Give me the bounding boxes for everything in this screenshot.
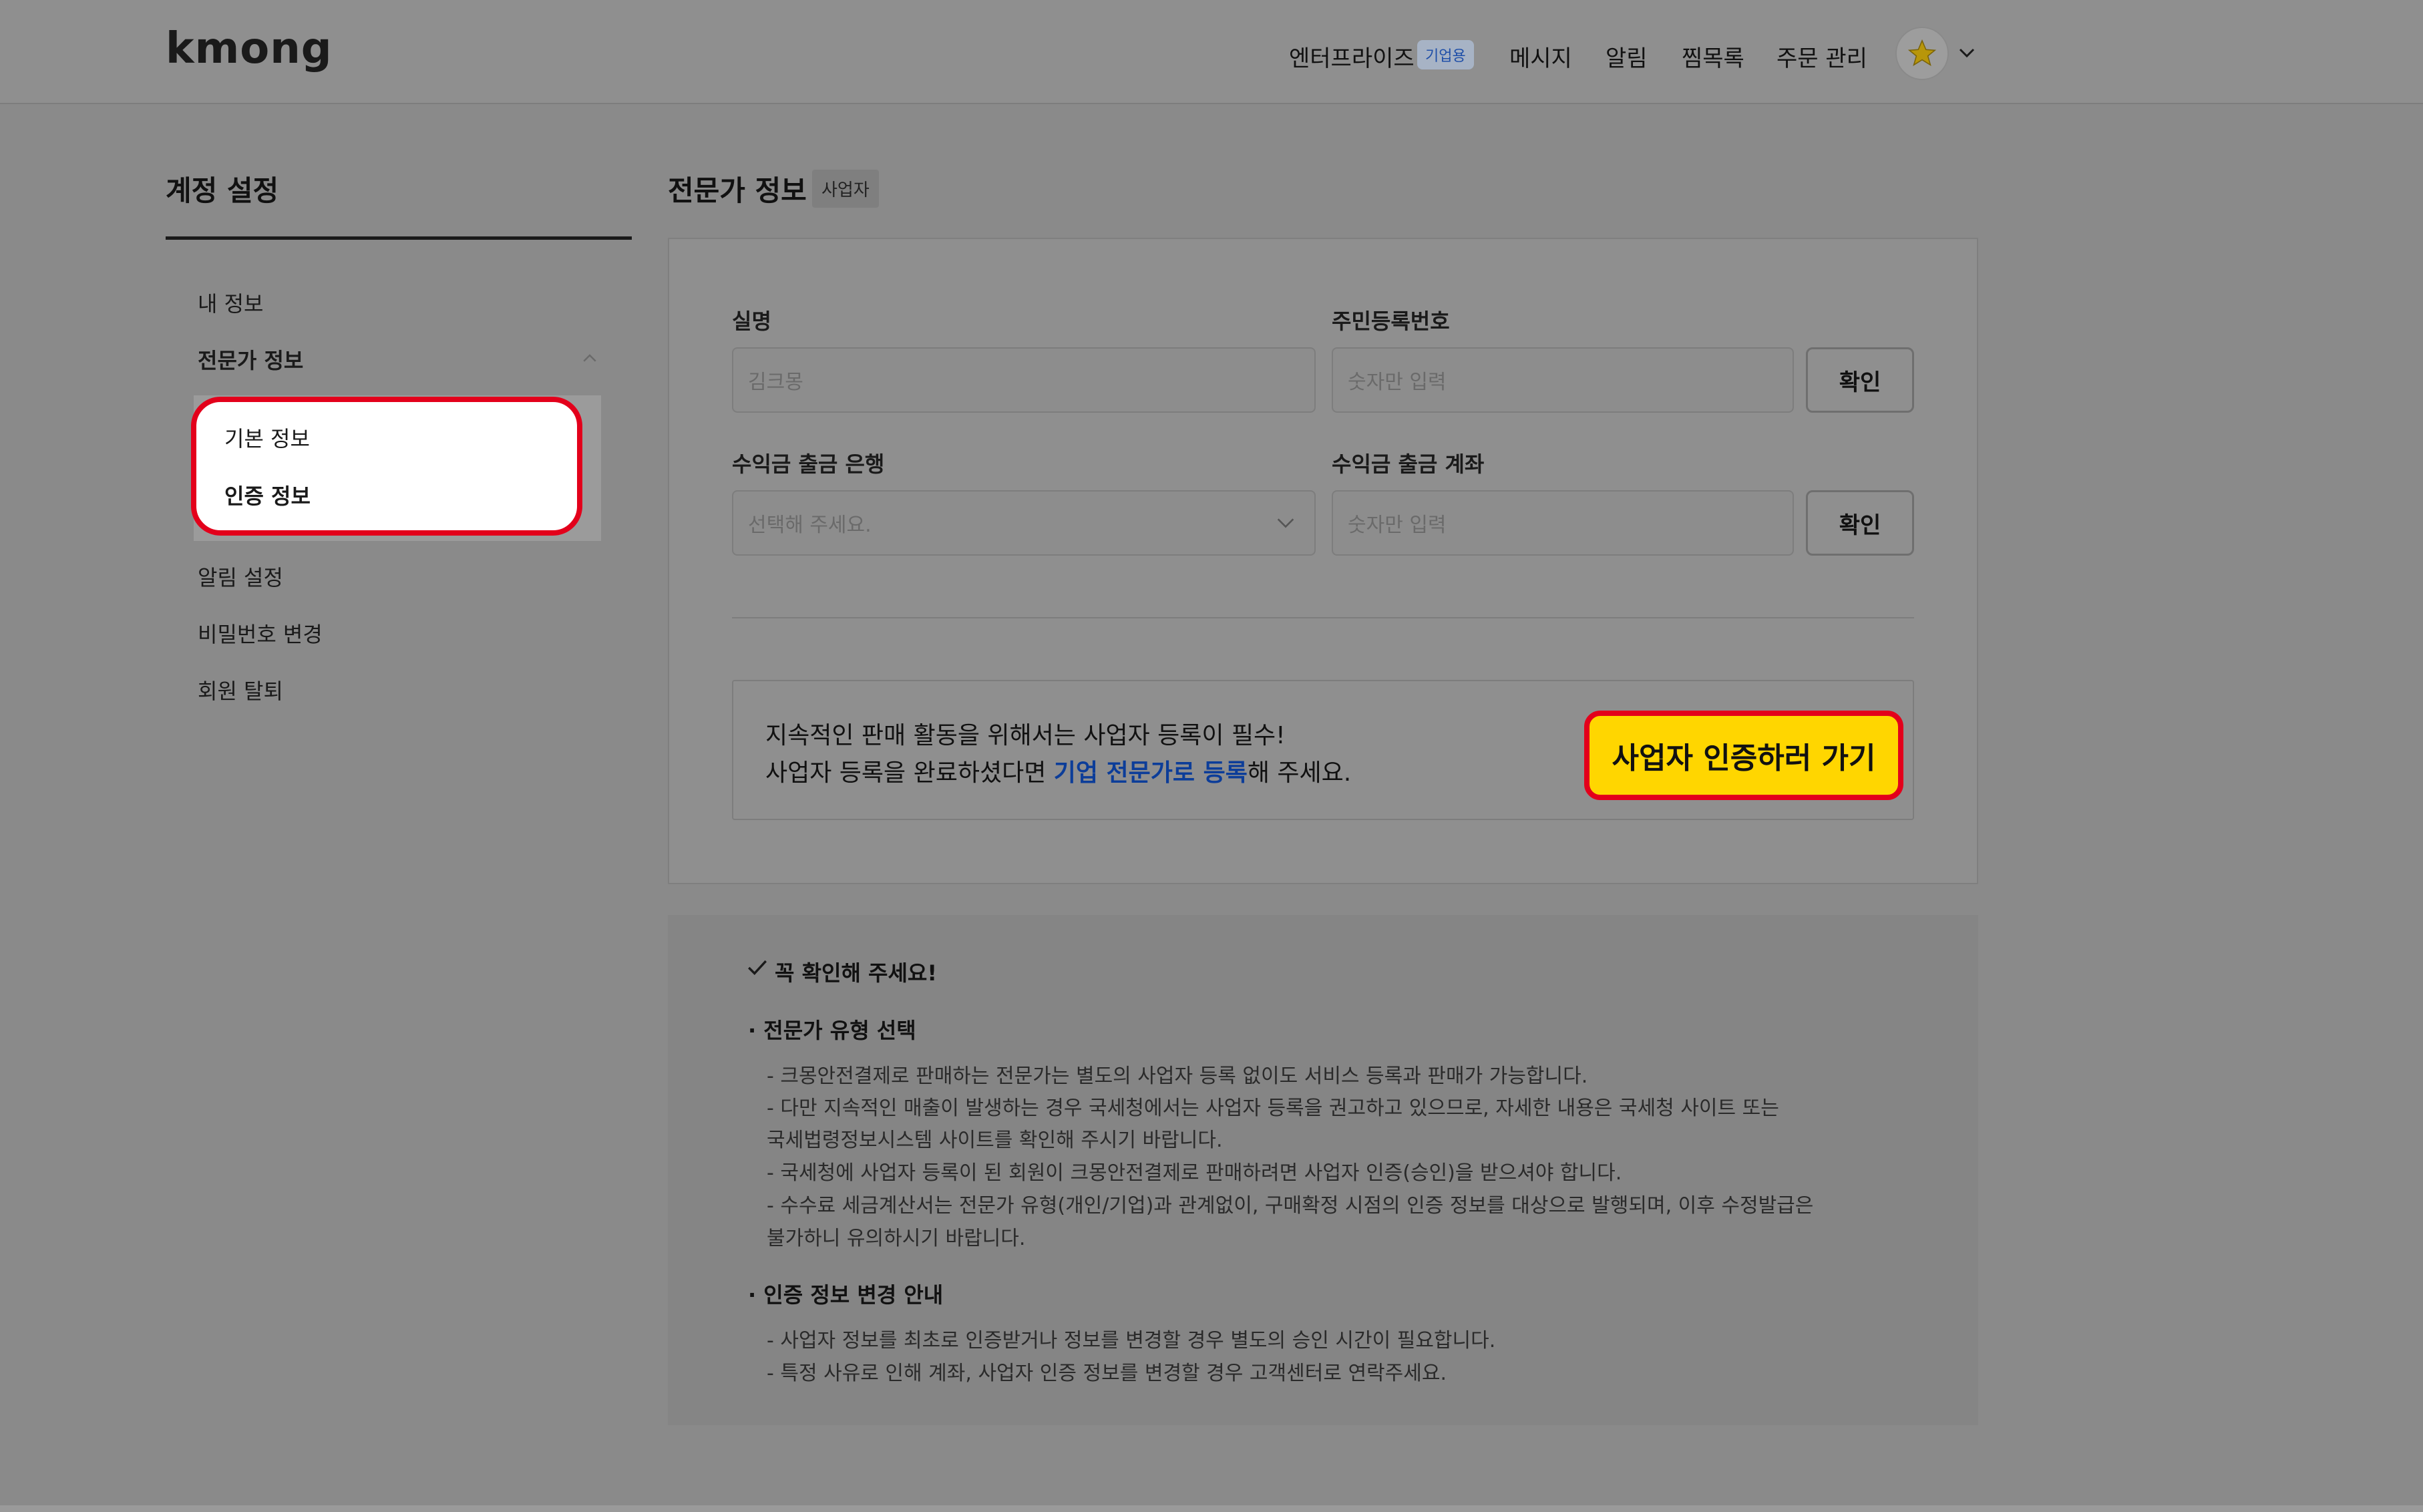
notice-line-1: 지속적인 판매 활동을 위해서는 사업자 등록이 필수! — [765, 722, 1286, 749]
name-label: 실명 — [732, 309, 771, 334]
nav-messages[interactable]: 메시지 — [1509, 40, 1572, 73]
info-line: - 사업자 정보를 최초로 인증받거나 정보를 변경할 경우 별도의 승인 시간… — [767, 1329, 1496, 1352]
notice-line-2: 사업자 등록을 완료하셨다면 기업 전문가로 등록해 주세요. — [765, 753, 1351, 788]
info-section1-title: · 전문가 유형 선택 — [748, 1018, 916, 1043]
top-navigation-bar: kmong 엔터프라이즈 기업용 메시지 알림 찜목록 주문 관리 — [0, 0, 2423, 104]
kmong-logo[interactable]: kmong — [166, 24, 333, 73]
business-badge: 사업자 — [812, 170, 879, 208]
chevron-down-icon[interactable] — [1957, 43, 1977, 63]
info-line: 불가하니 유의하시기 바랍니다. — [767, 1227, 1026, 1250]
account-input[interactable]: 숫자만 입력 — [1332, 490, 1794, 556]
submenu-highlight — [191, 397, 582, 536]
notice-line-2-suffix: 해 주세요. — [1247, 759, 1352, 787]
nav-enterprise[interactable]: 엔터프라이즈 — [1289, 40, 1415, 73]
info-section1-title-text: 전문가 유형 선택 — [763, 1018, 916, 1043]
sidebar-title: 계정 설정 — [166, 174, 279, 207]
name-field: 김크몽 — [732, 347, 1316, 413]
enterprise-badge: 기업용 — [1417, 40, 1474, 69]
rrn-confirm-button[interactable]: 확인 — [1806, 347, 1914, 413]
sidebar-item-my-info[interactable]: 내 정보 — [198, 287, 264, 318]
info-line: - 국세청에 사업자 등록이 된 회원이 크몽안전결제로 판매하려면 사업자 인… — [767, 1161, 1622, 1185]
page-bottom-edge — [0, 1505, 2423, 1512]
form-divider — [732, 617, 1914, 618]
info-line: - 수수료 세금계산서는 전문가 유형(개인/기업)과 관계없이, 구매확정 시… — [767, 1194, 1814, 1217]
info-heading: 꼭 확인해 주세요! — [775, 960, 937, 986]
chevron-down-icon[interactable] — [1274, 512, 1297, 534]
bank-select[interactable]: 선택해 주세요. — [732, 490, 1316, 556]
nav-notifications[interactable]: 알림 — [1606, 40, 1648, 73]
info-section2-title: · 인증 정보 변경 안내 — [748, 1282, 944, 1308]
sidebar-item-withdraw[interactable]: 회원 탈퇴 — [198, 675, 283, 705]
notice-line-2-prefix: 사업자 등록을 완료하셨다면 — [765, 759, 1054, 787]
info-line: - 특정 사유로 인해 계좌, 사업자 인증 정보를 변경할 경우 고객센터로 … — [767, 1362, 1447, 1385]
sidebar-subitem-basic-info[interactable]: 기본 정보 — [224, 422, 310, 453]
sidebar-subitem-auth-info[interactable]: 인증 정보 — [224, 480, 311, 510]
check-icon — [748, 960, 767, 975]
chevron-up-icon[interactable] — [580, 349, 600, 369]
sidebar-item-expert-info[interactable]: 전문가 정보 — [198, 344, 303, 375]
page-title: 전문가 정보 — [668, 174, 807, 207]
rrn-input[interactable]: 숫자만 입력 — [1332, 347, 1794, 413]
avatar[interactable] — [1895, 27, 1949, 80]
info-line: - 다만 지속적인 매출이 발생하는 경우 국세청에서는 사업자 등록을 권고하… — [767, 1097, 1779, 1120]
info-line: 국세법령정보시스템 사이트를 확인해 주시기 바랍니다. — [767, 1129, 1223, 1152]
info-section2-title-text: 인증 정보 변경 안내 — [763, 1282, 944, 1308]
rrn-label: 주민등록번호 — [1332, 309, 1450, 334]
nav-orders[interactable]: 주문 관리 — [1777, 40, 1867, 73]
business-verify-button[interactable]: 사업자 인증하러 가기 — [1584, 711, 1903, 800]
sidebar-item-change-password[interactable]: 비밀번호 변경 — [198, 618, 323, 648]
info-line: - 크몽안전결제로 판매하는 전문가는 별도의 사업자 등록 없이도 서비스 등… — [767, 1065, 1588, 1088]
sidebar-item-notification-settings[interactable]: 알림 설정 — [198, 561, 283, 592]
bank-label: 수익금 출금 은행 — [732, 451, 885, 477]
account-label: 수익금 출금 계좌 — [1332, 451, 1485, 477]
star-avatar-icon — [1907, 39, 1937, 66]
sidebar-divider — [166, 236, 632, 240]
nav-wishlist[interactable]: 찜목록 — [1682, 40, 1744, 73]
account-confirm-button[interactable]: 확인 — [1806, 490, 1914, 556]
enterprise-register-link[interactable]: 기업 전문가로 등록 — [1054, 759, 1248, 787]
